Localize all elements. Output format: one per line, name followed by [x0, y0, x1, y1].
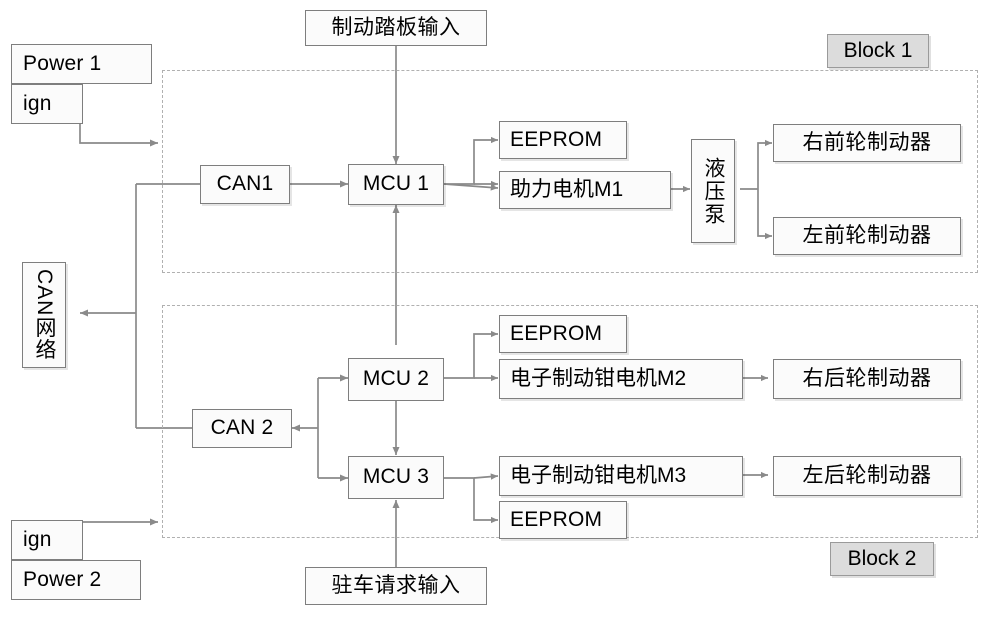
node-eeprom-mcu2[interactable]: EEPROM: [499, 315, 627, 353]
node-can-network[interactable]: CAN网络: [22, 262, 66, 368]
node-park-request-input[interactable]: 驻车请求输入: [305, 567, 487, 605]
node-booster-motor-m1[interactable]: 助力电机M1: [499, 171, 671, 209]
node-can1[interactable]: CAN1: [200, 165, 290, 204]
node-eeprom-mcu1[interactable]: EEPROM: [499, 121, 627, 159]
node-mcu-2[interactable]: MCU 2: [348, 358, 444, 401]
block-1-label: Block 1: [827, 34, 929, 68]
node-caliper-motor-m3[interactable]: 电子制动钳电机M3: [499, 456, 743, 496]
node-rear-right-brake[interactable]: 右后轮制动器: [773, 359, 961, 399]
block-2-label: Block 2: [830, 542, 934, 576]
node-caliper-motor-m2[interactable]: 电子制动钳电机M2: [499, 359, 743, 399]
node-mcu-3[interactable]: MCU 3: [348, 456, 444, 499]
node-mcu-1[interactable]: MCU 1: [348, 164, 444, 205]
node-hydraulic-pump[interactable]: 液压泵: [691, 139, 735, 243]
node-brake-pedal-input[interactable]: 制动踏板输入: [305, 10, 487, 46]
node-power-1[interactable]: Power 1: [11, 44, 152, 84]
node-ign-1[interactable]: ign: [11, 84, 83, 124]
node-eeprom-mcu3[interactable]: EEPROM: [499, 501, 627, 539]
node-rear-left-brake[interactable]: 左后轮制动器: [773, 456, 961, 496]
node-power-2[interactable]: Power 2: [11, 560, 141, 600]
node-ign-2[interactable]: ign: [11, 520, 83, 560]
block-diagram-canvas: Block 1 Block 2 Power 1 ign ign Power 2 …: [0, 0, 1000, 621]
node-can2[interactable]: CAN 2: [192, 409, 292, 448]
node-front-left-brake[interactable]: 左前轮制动器: [773, 217, 961, 255]
node-front-right-brake[interactable]: 右前轮制动器: [773, 124, 961, 162]
